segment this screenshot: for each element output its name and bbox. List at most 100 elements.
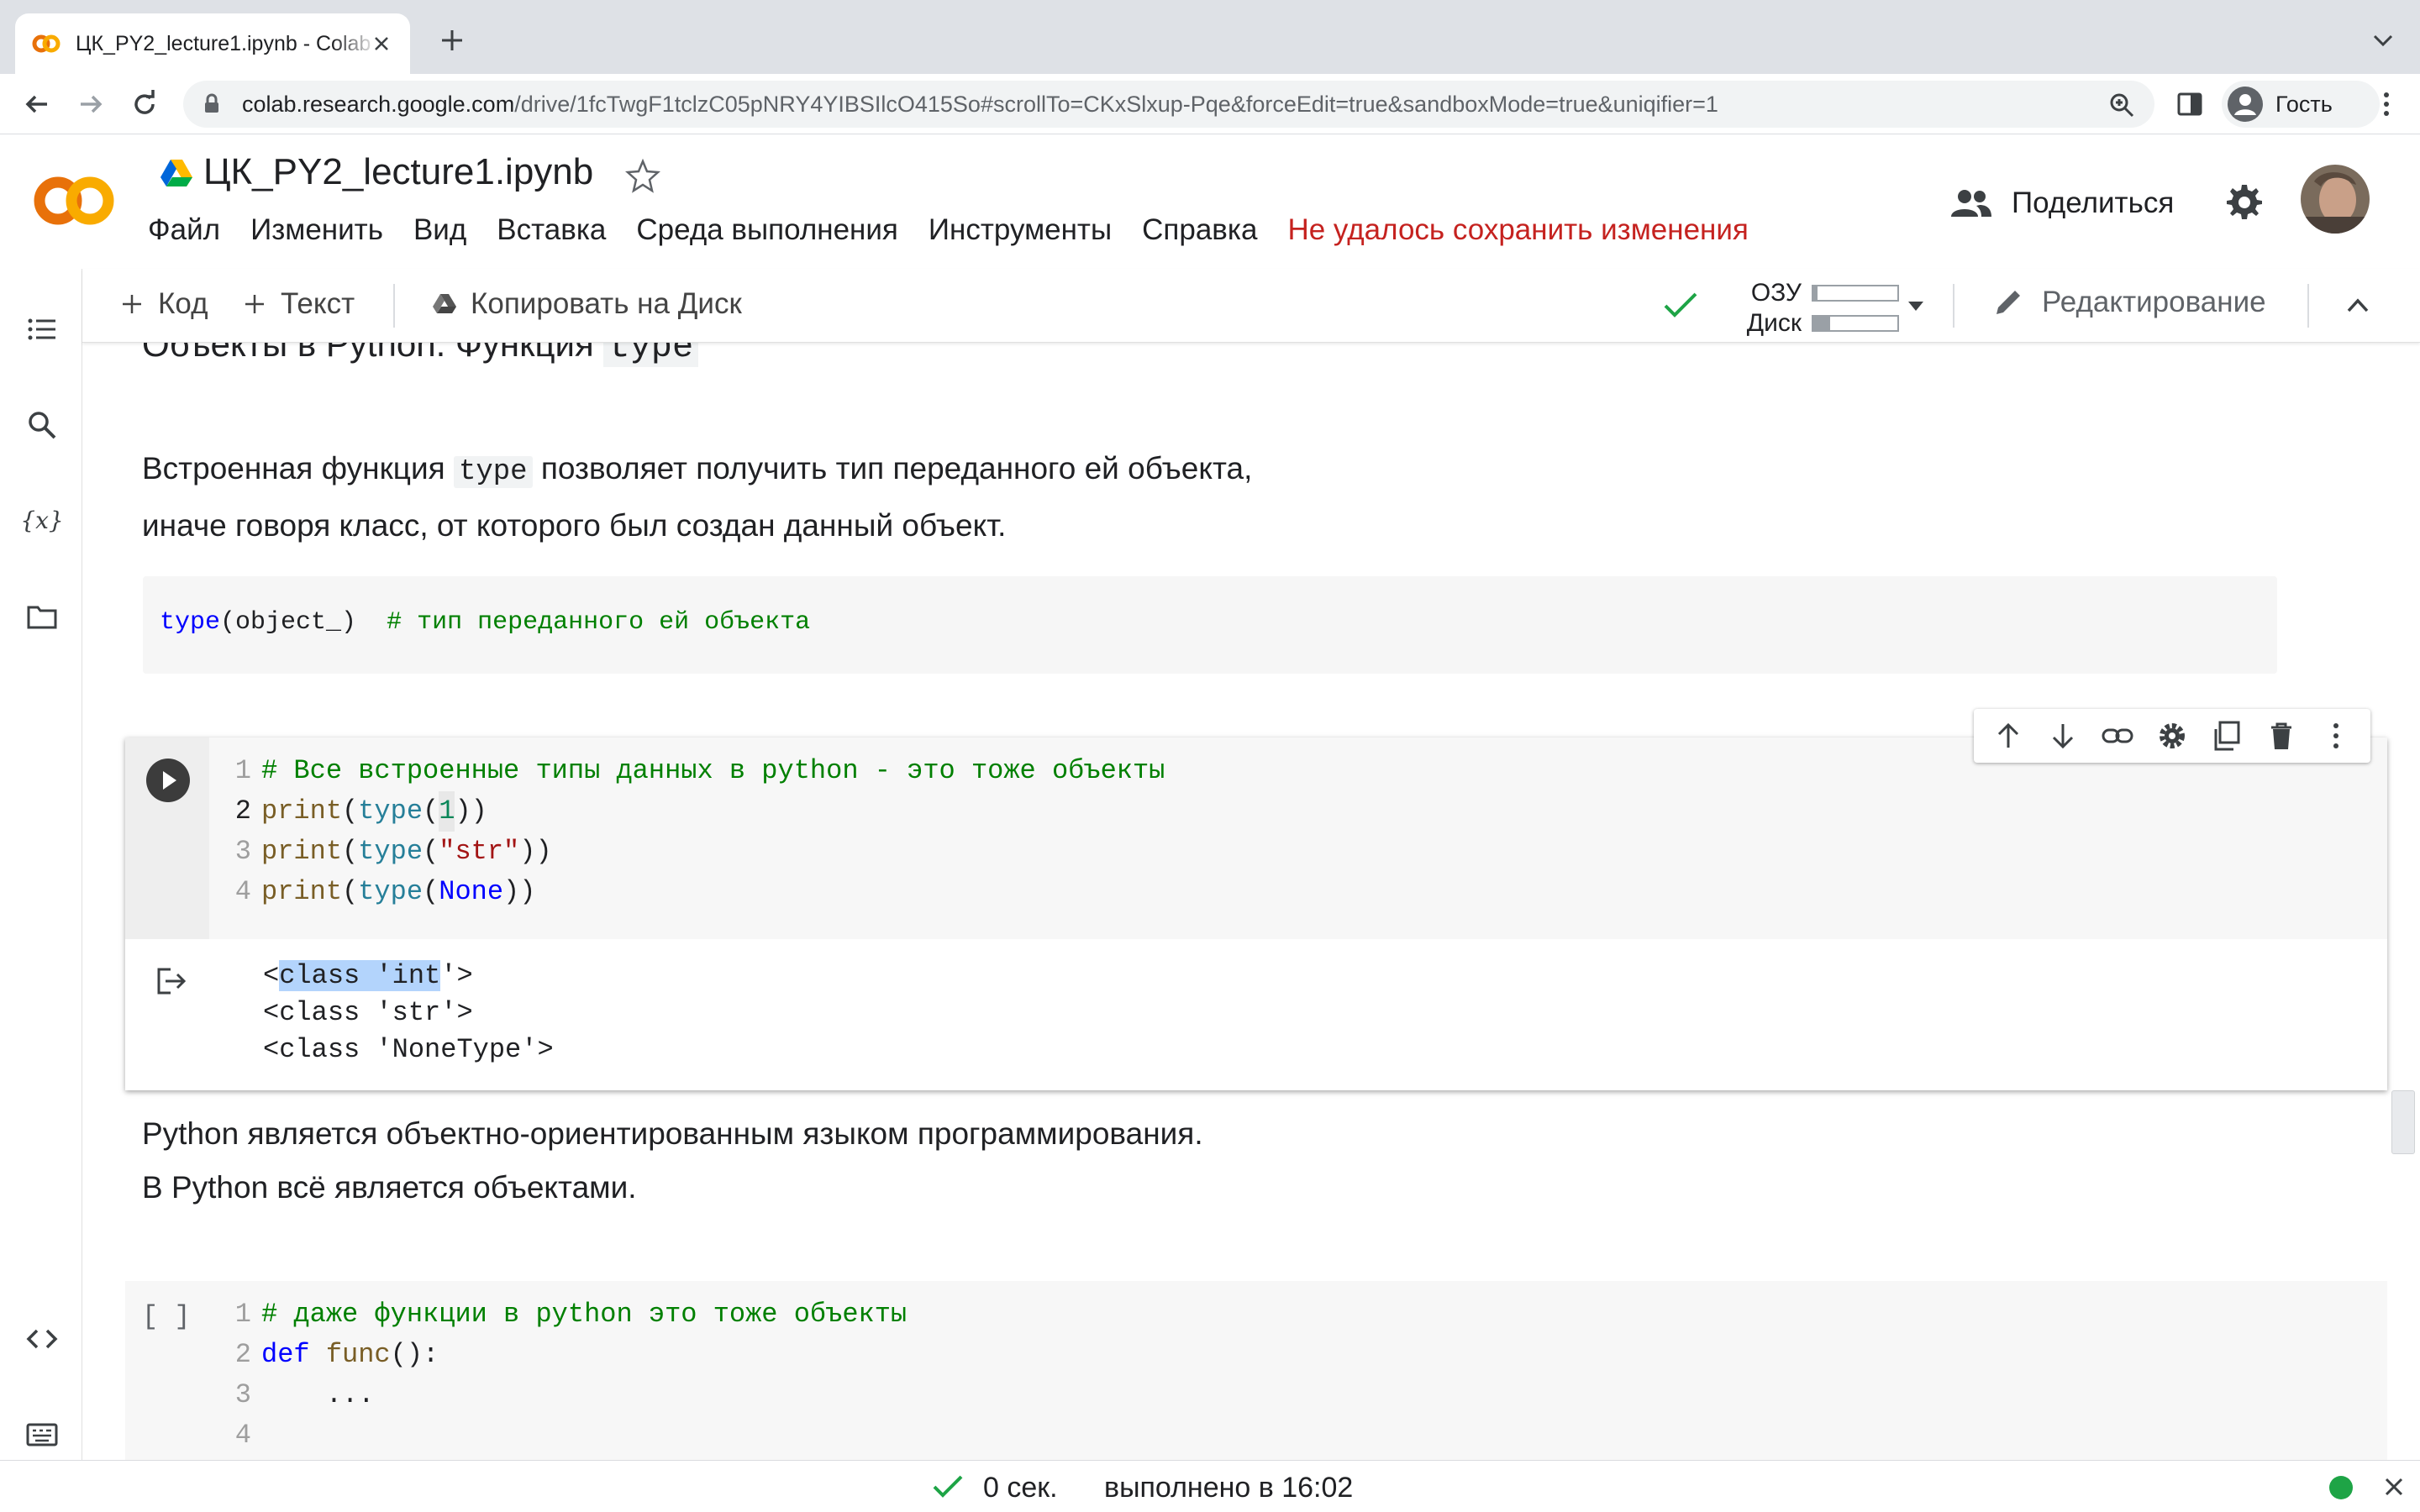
browser-toolbar: colab.research.google.com/drive/1fcTwgF1… — [0, 74, 2420, 134]
ram-fill — [1813, 286, 1818, 300]
trash-icon[interactable] — [2265, 719, 2298, 753]
menu-insert[interactable]: Вставка — [497, 213, 606, 247]
forward-arrow-icon[interactable] — [74, 87, 108, 121]
check-icon — [933, 1475, 963, 1498]
folder-icon[interactable] — [25, 600, 59, 633]
close-icon[interactable] — [2381, 1474, 2407, 1499]
output-line: <class 'NoneType'> — [263, 1034, 554, 1065]
colab-logo[interactable] — [30, 173, 118, 228]
section-heading: Объекты в Python. Функция type — [142, 343, 699, 367]
notebook-content: Объекты в Python. Функция type Встроенна… — [83, 343, 2420, 1460]
star-icon[interactable] — [625, 158, 660, 193]
reload-icon[interactable] — [128, 87, 161, 121]
code-cell-active[interactable]: 1 # Все встроенные типы данных в python -… — [125, 738, 2387, 1090]
scrollbar-thumb[interactable] — [2391, 1090, 2415, 1154]
save-error-link[interactable]: Не удалось сохранить изменения — [1287, 213, 1748, 247]
gear-icon[interactable] — [2223, 181, 2264, 222]
caret-down-icon[interactable] — [1904, 294, 1928, 318]
disk-label: Диск — [1746, 309, 1802, 337]
left-sidebar: {x} — [0, 269, 82, 1460]
table-of-contents-icon[interactable] — [25, 312, 59, 346]
plus-icon — [123, 295, 141, 313]
text-cell-paragraph-2[interactable]: Python является объектно-ориентированным… — [142, 1107, 1203, 1215]
runtime-status-dot — [2329, 1476, 2353, 1499]
menu-file[interactable]: Файл — [148, 213, 220, 247]
close-tab-icon[interactable] — [370, 32, 393, 55]
mirror-cell-icon[interactable] — [2210, 719, 2244, 753]
menu-bar: Файл Изменить Вид Вставка Среда выполнен… — [148, 213, 1749, 247]
side-panel-icon[interactable] — [2175, 89, 2205, 119]
back-arrow-icon[interactable] — [20, 87, 54, 121]
zoom-icon[interactable] — [2107, 91, 2136, 119]
menu-help[interactable]: Справка — [1142, 213, 1257, 247]
output-actions-icon[interactable] — [154, 964, 189, 998]
status-bar: 0 сек. выполнено в 16:02 — [0, 1460, 2420, 1512]
move-up-icon[interactable] — [1991, 719, 2025, 753]
chevron-down-icon[interactable] — [2370, 27, 2396, 54]
pencil-icon — [1996, 291, 2020, 314]
text-cell-paragraph-1[interactable]: Встроенная функция type позволяет получи… — [142, 442, 1252, 553]
user-avatar[interactable] — [2301, 165, 2370, 234]
code-lines: 1 # даже функции в python это тоже объект… — [209, 1294, 907, 1456]
cell-output: <class 'int'> <class 'str'> <class 'None… — [125, 939, 2387, 1090]
share-button[interactable]: Поделиться — [1949, 178, 2174, 228]
drive-icon — [433, 294, 456, 313]
editing-mode-button[interactable]: Редактирование — [1991, 286, 2266, 319]
menu-tools[interactable]: Инструменты — [929, 213, 1112, 247]
disk-bar — [1812, 315, 1899, 332]
connected-check-icon — [1664, 292, 1697, 318]
add-code-button[interactable]: Код — [119, 287, 208, 321]
variables-icon[interactable]: {x} — [23, 504, 61, 538]
output-line: <class 'str'> — [263, 997, 473, 1028]
link-icon[interactable] — [2101, 719, 2134, 753]
share-label: Поделиться — [2012, 186, 2175, 219]
resources-indicator[interactable]: ОЗУ Диск — [1662, 277, 2015, 337]
ram-label: ОЗУ — [1750, 279, 1802, 307]
run-cell-icon[interactable] — [145, 758, 191, 803]
notebook-title[interactable]: ЦК_PY2_lecture1.ipynb — [203, 151, 593, 193]
code-line: 3 print(type("str")) — [234, 836, 552, 867]
toolbar-divider — [2307, 284, 2309, 328]
new-tab-icon[interactable] — [435, 24, 469, 57]
code-cell[interactable]: [ ] 1 # даже функции в python это тоже об… — [125, 1281, 2387, 1460]
toolbar-divider — [1953, 284, 1954, 328]
code-line: 4 — [234, 1420, 251, 1451]
ram-bar — [1812, 285, 1899, 302]
output-text: <class 'int'> <class 'str'> <class 'None… — [263, 958, 554, 1068]
browser-tab[interactable]: ЦК_PY2_lecture1.ipynb - Colab — [15, 13, 410, 74]
search-icon[interactable] — [25, 408, 59, 442]
disk-row: Диск — [1709, 309, 1899, 338]
address-bar[interactable]: colab.research.google.com/drive/1fcTwgF1… — [183, 81, 2154, 128]
execution-duration: 0 сек. — [983, 1472, 1058, 1504]
code-line: 4 print(type(None)) — [234, 876, 536, 907]
markdown-code-block: type(object_) # тип переданного ей объек… — [143, 576, 2277, 674]
colab-favicon-icon — [32, 34, 60, 53]
more-options-icon[interactable] — [2319, 719, 2353, 753]
menu-runtime[interactable]: Среда выполнения — [636, 213, 898, 247]
svg-text:{x}: {x} — [23, 507, 61, 534]
copy-to-drive-button[interactable]: Копировать на Диск — [432, 287, 742, 321]
menu-edit[interactable]: Изменить — [250, 213, 383, 247]
profile-label: Гость — [2275, 91, 2333, 117]
url-text: colab.research.google.com/drive/1fcTwgF1… — [242, 91, 1718, 117]
code-snippets-icon[interactable] — [25, 1322, 59, 1356]
cell-toolbar — [1974, 709, 2370, 763]
execution-count[interactable]: [ ] — [142, 1301, 191, 1332]
drive-icon[interactable] — [160, 158, 193, 188]
command-palette-icon[interactable] — [25, 1418, 59, 1452]
code-lines: 1 # Все встроенные типы данных в python -… — [209, 751, 1165, 912]
disk-fill — [1813, 317, 1830, 330]
execution-time[interactable]: выполнено в 16:02 — [1104, 1472, 1353, 1504]
add-text-button[interactable]: Текст — [242, 287, 355, 321]
menu-view[interactable]: Вид — [413, 213, 466, 247]
chevron-up-icon[interactable] — [2343, 291, 2373, 321]
colab-header: ЦК_PY2_lecture1.ipynb Файл Изменить Вид … — [0, 134, 2420, 269]
browser-menu-icon[interactable] — [2371, 89, 2402, 119]
profile-button[interactable]: Гость — [2222, 81, 2380, 128]
add-text-label: Текст — [281, 287, 355, 320]
move-down-icon[interactable] — [2046, 719, 2080, 753]
ram-row: ОЗУ — [1709, 279, 1899, 307]
code-line: 1 # Все встроенные типы данных в python -… — [234, 755, 1165, 786]
people-icon — [1951, 190, 1991, 217]
gear-icon[interactable] — [2155, 719, 2189, 753]
